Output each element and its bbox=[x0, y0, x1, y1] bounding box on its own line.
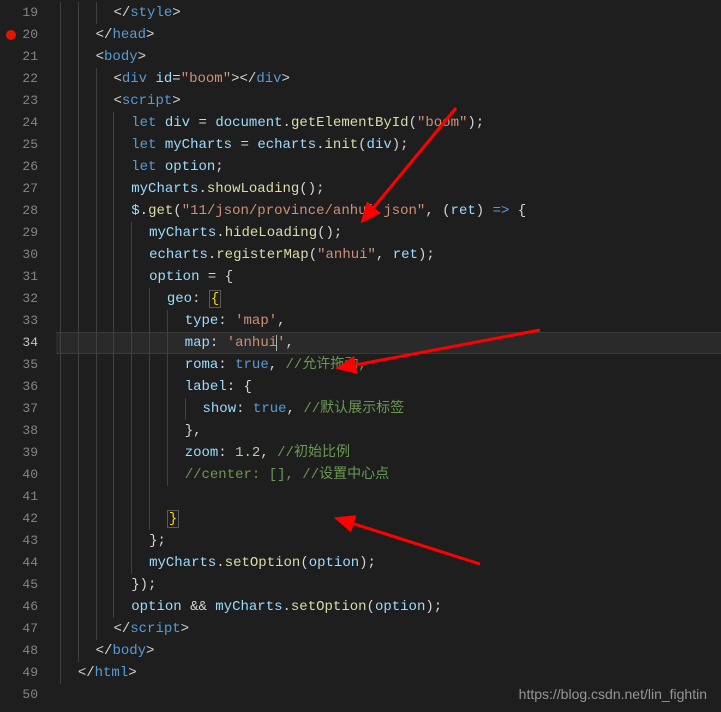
line-number[interactable]: 45 bbox=[0, 574, 56, 596]
line-number[interactable]: 38 bbox=[0, 420, 56, 442]
code-line[interactable]: echarts.registerMap("anhui", ret); bbox=[56, 244, 721, 266]
line-number[interactable]: 40 bbox=[0, 464, 56, 486]
line-number[interactable]: 39 bbox=[0, 442, 56, 464]
code-line[interactable]: let div = document.getElementById("boom"… bbox=[56, 112, 721, 134]
line-number[interactable]: 47 bbox=[0, 618, 56, 640]
code-line[interactable] bbox=[56, 486, 721, 508]
code-line[interactable]: //center: [], //设置中心点 bbox=[56, 464, 721, 486]
code-line[interactable]: }); bbox=[56, 574, 721, 596]
line-number[interactable]: 31 bbox=[0, 266, 56, 288]
line-number[interactable]: 19 bbox=[0, 2, 56, 24]
line-number[interactable]: 24 bbox=[0, 112, 56, 134]
line-number[interactable]: 33 bbox=[0, 310, 56, 332]
line-number[interactable]: 46 bbox=[0, 596, 56, 618]
line-number[interactable]: 32 bbox=[0, 288, 56, 310]
line-number[interactable]: 35 bbox=[0, 354, 56, 376]
code-line[interactable]: myCharts.hideLoading(); bbox=[56, 222, 721, 244]
code-line[interactable]: </body> bbox=[56, 640, 721, 662]
code-line[interactable]: $.get("11/json/province/anhui.json", (re… bbox=[56, 200, 721, 222]
line-number[interactable]: 23 bbox=[0, 90, 56, 112]
line-number[interactable]: 44 bbox=[0, 552, 56, 574]
code-line[interactable]: }, bbox=[56, 420, 721, 442]
code-line[interactable]: </style> bbox=[56, 2, 721, 24]
code-line[interactable]: <div id="boom"></div> bbox=[56, 68, 721, 90]
code-line[interactable]: myCharts.showLoading(); bbox=[56, 178, 721, 200]
line-number[interactable]: 36 bbox=[0, 376, 56, 398]
code-line[interactable]: </html> bbox=[56, 662, 721, 684]
line-number[interactable]: 29 bbox=[0, 222, 56, 244]
line-number[interactable]: 43 bbox=[0, 530, 56, 552]
code-line[interactable]: </head> bbox=[56, 24, 721, 46]
line-number[interactable]: 28 bbox=[0, 200, 56, 222]
line-number[interactable]: 37 bbox=[0, 398, 56, 420]
line-number[interactable]: 42 bbox=[0, 508, 56, 530]
code-line[interactable]: zoom: 1.2, //初始比例 bbox=[56, 442, 721, 464]
breakpoint-icon[interactable] bbox=[6, 30, 16, 40]
line-number[interactable]: 41 bbox=[0, 486, 56, 508]
code-line[interactable]: option = { bbox=[56, 266, 721, 288]
code-line[interactable]: let option; bbox=[56, 156, 721, 178]
line-number[interactable]: 34 bbox=[0, 332, 56, 354]
line-number[interactable]: 22 bbox=[0, 68, 56, 90]
code-line[interactable]: geo: { bbox=[56, 288, 721, 310]
code-line[interactable]: label: { bbox=[56, 376, 721, 398]
code-line[interactable]: } bbox=[56, 508, 721, 530]
code-line[interactable]: show: true, //默认展示标签 bbox=[56, 398, 721, 420]
line-number[interactable]: 21 bbox=[0, 46, 56, 68]
code-line[interactable]: option && myCharts.setOption(option); bbox=[56, 596, 721, 618]
line-number[interactable]: 48 bbox=[0, 640, 56, 662]
code-area[interactable]: </style> </head> <body> <div id="boom"><… bbox=[56, 0, 721, 712]
code-line[interactable]: </script> bbox=[56, 618, 721, 640]
line-number-gutter[interactable]: 1920212223242526272829303132333435363738… bbox=[0, 0, 56, 712]
line-number[interactable]: 27 bbox=[0, 178, 56, 200]
code-line[interactable]: let myCharts = echarts.init(div); bbox=[56, 134, 721, 156]
code-line[interactable]: <script> bbox=[56, 90, 721, 112]
code-line[interactable]: myCharts.setOption(option); bbox=[56, 552, 721, 574]
line-number[interactable]: 49 bbox=[0, 662, 56, 684]
code-line[interactable]: roma: true, //允许拖动, bbox=[56, 354, 721, 376]
line-number[interactable]: 30 bbox=[0, 244, 56, 266]
watermark-text: https://blog.csdn.net/lin_fightin bbox=[519, 686, 707, 702]
code-line[interactable]: map: 'anhui', bbox=[56, 332, 721, 354]
code-line[interactable]: }; bbox=[56, 530, 721, 552]
line-number[interactable]: 50 bbox=[0, 684, 56, 706]
line-number[interactable]: 26 bbox=[0, 156, 56, 178]
line-number[interactable]: 25 bbox=[0, 134, 56, 156]
line-number[interactable]: 20 bbox=[0, 24, 56, 46]
code-editor: 1920212223242526272829303132333435363738… bbox=[0, 0, 721, 712]
code-line[interactable]: <body> bbox=[56, 46, 721, 68]
code-line[interactable]: type: 'map', bbox=[56, 310, 721, 332]
